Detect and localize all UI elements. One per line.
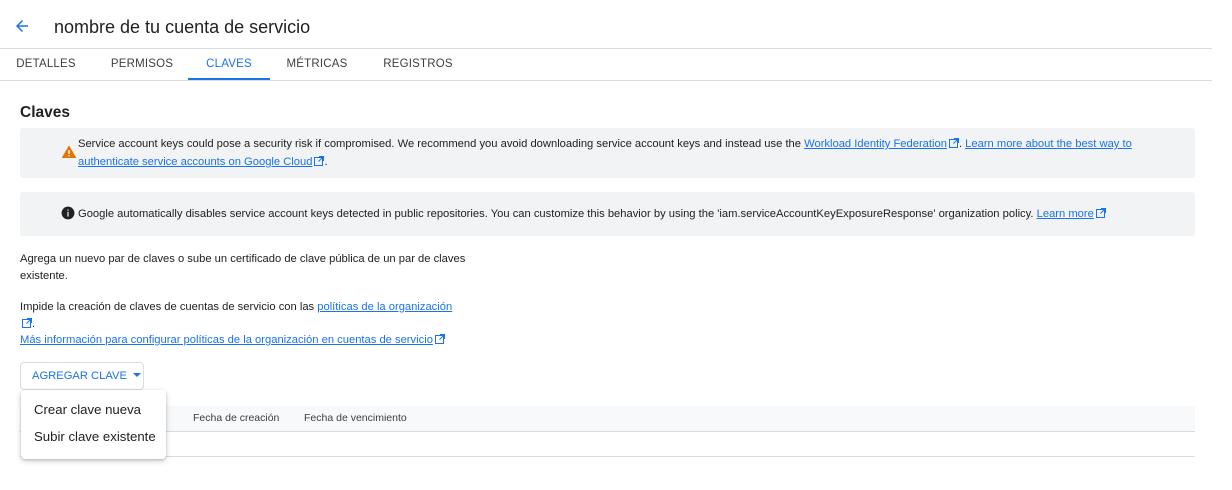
org-policy-info: Más información para configurar política… xyxy=(20,332,620,349)
external-link-icon xyxy=(22,318,32,328)
arrow-back-icon[interactable] xyxy=(13,17,31,35)
workload-identity-link[interactable]: Workload Identity Federation xyxy=(804,138,947,150)
page-header: nombre de tu cuenta de servicio xyxy=(0,0,1212,49)
external-link-icon xyxy=(1095,208,1106,218)
warning-icon xyxy=(61,145,77,158)
org-policy-info-link[interactable]: Más información para configurar política… xyxy=(20,334,433,346)
learn-more-link[interactable]: Learn more xyxy=(1037,208,1094,220)
page-title: nombre de tu cuenta de servicio xyxy=(54,17,311,37)
menu-item-upload-key[interactable]: Subir clave existente xyxy=(21,423,166,450)
add-key-menu: Crear clave nueva Subir clave existente xyxy=(21,390,166,459)
keys-table-header: Fecha de creación Fecha de vencimiento xyxy=(20,406,1195,432)
org-policy-description: Impide la creación de claves de cuentas … xyxy=(20,301,453,330)
warning-text: Service account keys could pose a securi… xyxy=(78,138,1132,168)
menu-item-create-key[interactable]: Crear clave nueva xyxy=(21,396,166,423)
tab-permisos[interactable]: PERMISOS xyxy=(98,50,186,80)
external-link-icon xyxy=(434,334,445,344)
dropdown-arrow-icon xyxy=(132,373,141,377)
info-icon xyxy=(61,206,75,220)
tab-detalles[interactable]: DETALLES xyxy=(6,50,86,80)
tab-bar: DETALLES PERMISOS CLAVES MÉTRICAS REGIST… xyxy=(0,50,1212,81)
add-key-button[interactable]: AGREGAR CLAVE xyxy=(20,362,144,390)
tab-claves[interactable]: CLAVES xyxy=(188,50,270,80)
tab-registros[interactable]: REGISTROS xyxy=(370,50,466,80)
add-key-description: Agrega un nuevo par de claves o sube un … xyxy=(20,253,466,282)
info-banner: Google automatically disables service ac… xyxy=(20,192,1195,236)
tab-metricas[interactable]: MÉTRICAS xyxy=(272,50,362,80)
external-link-icon xyxy=(948,138,959,148)
table-divider xyxy=(20,456,1195,457)
section-title: Claves xyxy=(20,104,70,121)
info-text: Google automatically disables service ac… xyxy=(78,205,1155,223)
column-header-expiration[interactable]: Fecha de vencimiento xyxy=(304,412,407,424)
org-policies-link[interactable]: políticas de la organización xyxy=(317,301,452,313)
column-header-created[interactable]: Fecha de creación xyxy=(193,412,279,424)
external-link-icon xyxy=(314,156,325,166)
warning-banner: Service account keys could pose a securi… xyxy=(20,128,1195,178)
